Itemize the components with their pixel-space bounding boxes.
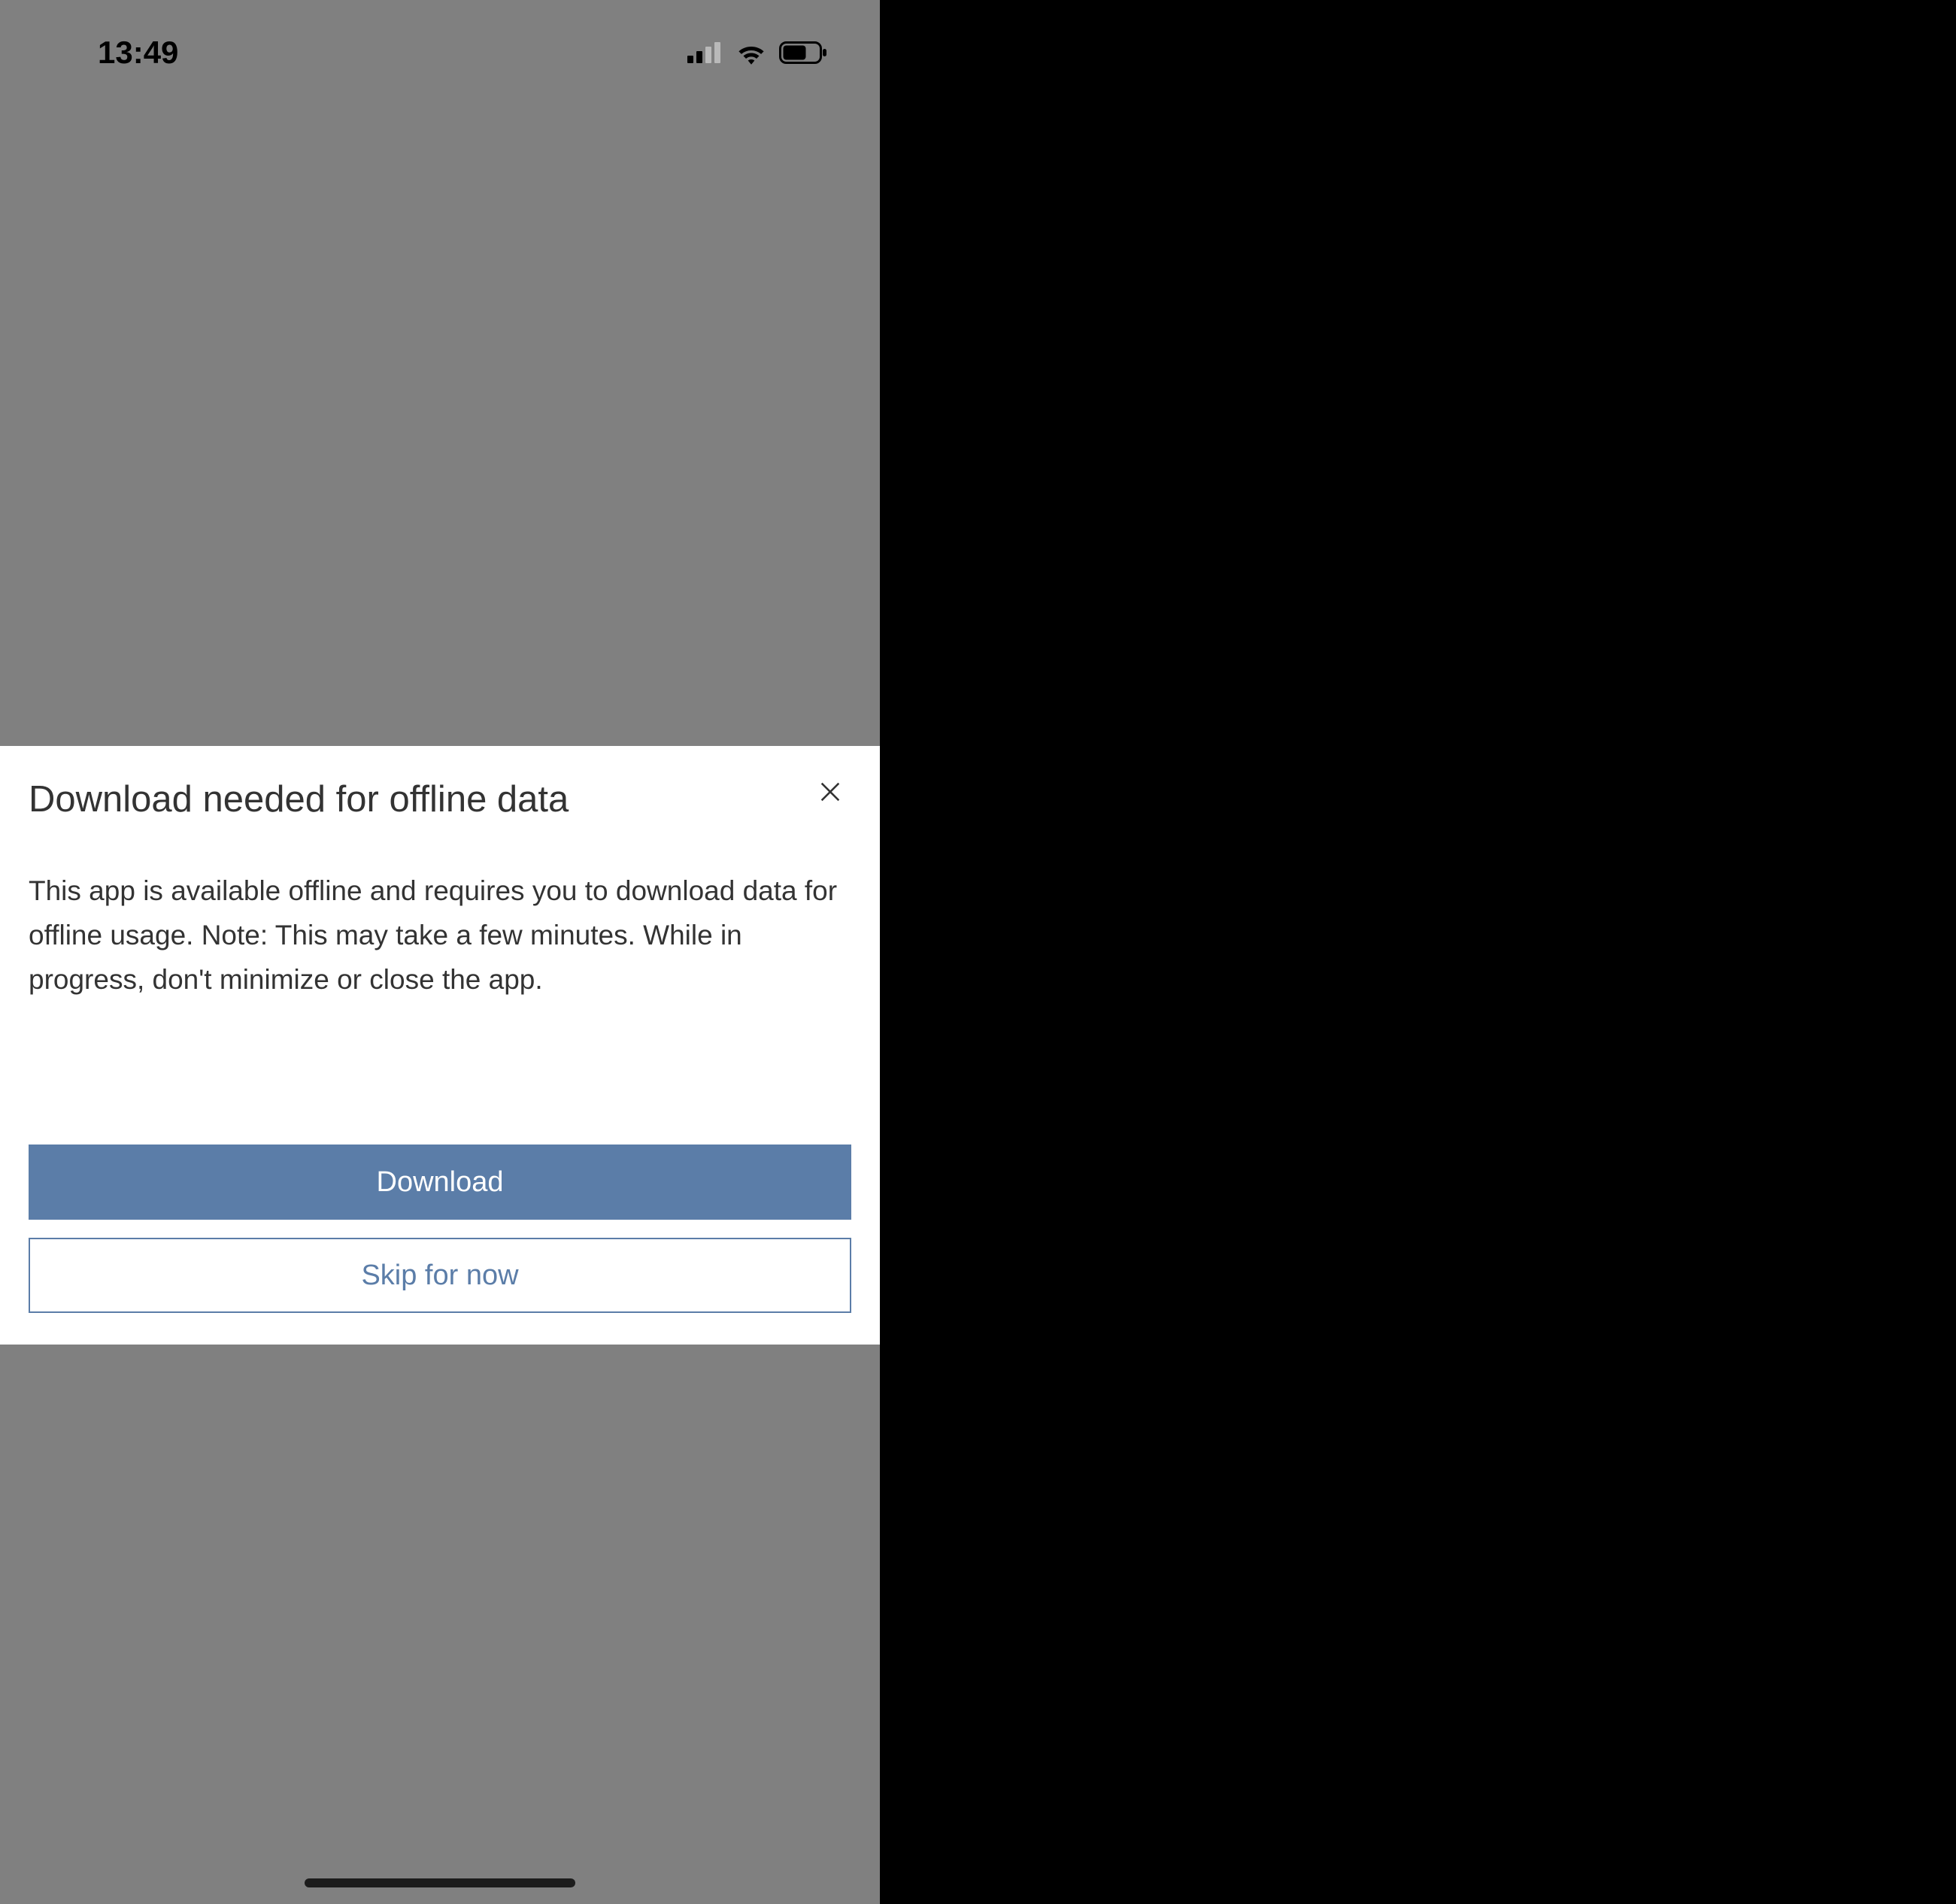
download-button[interactable]: Download	[29, 1145, 851, 1220]
modal-header: Download needed for offline data	[29, 778, 851, 822]
status-time: 13:49	[98, 35, 178, 71]
screen-container: 13:49	[0, 0, 1956, 1904]
skip-button[interactable]: Skip for now	[29, 1238, 851, 1313]
modal-body-text: This app is available offline and requir…	[29, 869, 841, 1002]
wifi-icon	[735, 41, 767, 65]
black-filler-pane	[880, 0, 1956, 1904]
phone-screen: 13:49	[0, 0, 880, 1904]
cellular-icon	[687, 42, 723, 63]
close-button[interactable]	[812, 775, 848, 811]
skip-button-label: Skip for now	[361, 1260, 518, 1292]
home-indicator	[305, 1878, 575, 1887]
offline-download-modal: Download needed for offline data This ap…	[0, 746, 880, 1345]
modal-title: Download needed for offline data	[29, 778, 569, 822]
status-bar: 13:49	[0, 0, 880, 90]
modal-buttons: Download Skip for now	[29, 1145, 851, 1313]
close-icon	[817, 779, 843, 807]
status-icons	[687, 41, 827, 65]
battery-icon	[779, 41, 827, 64]
download-button-label: Download	[377, 1166, 504, 1199]
